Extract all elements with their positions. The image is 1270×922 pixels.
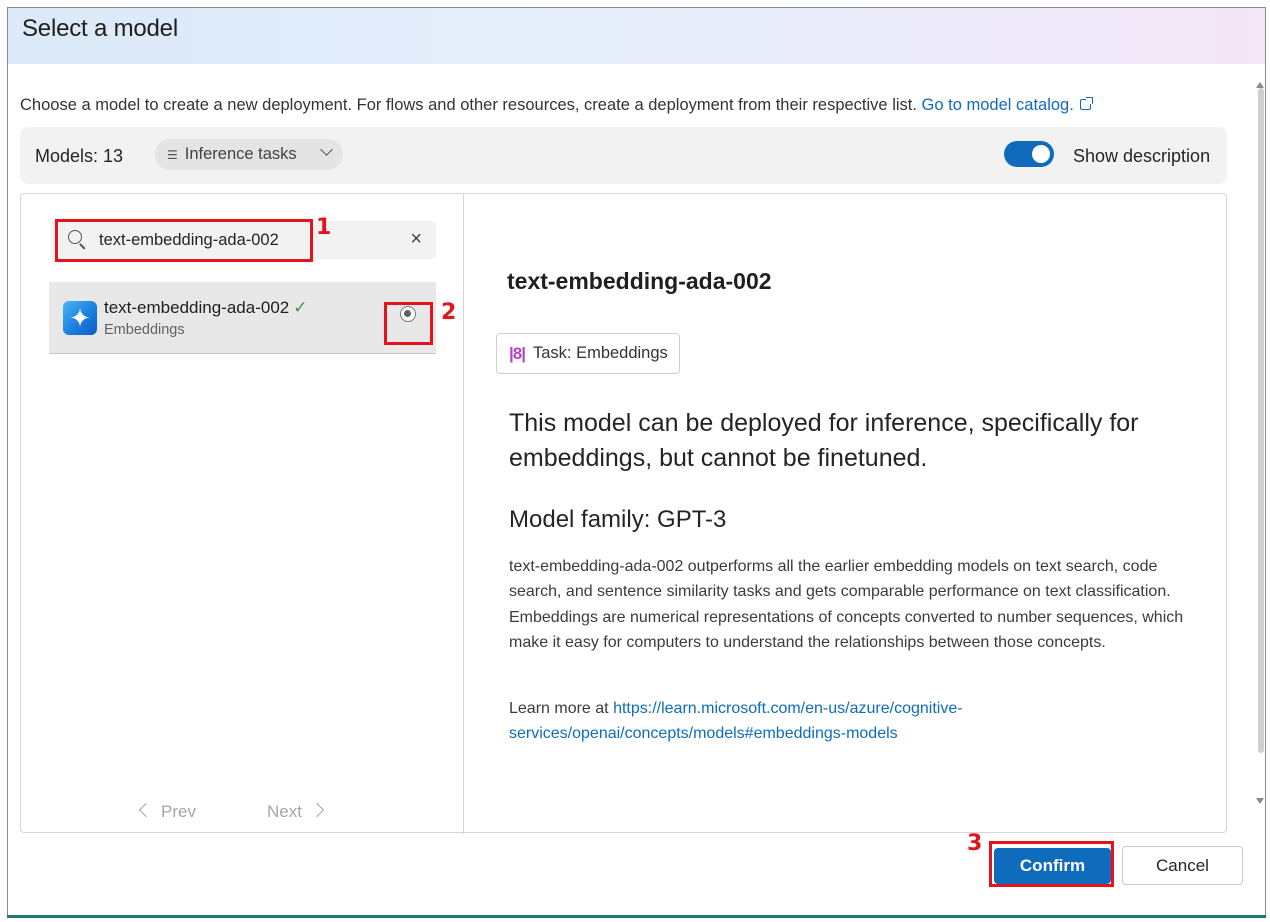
show-description-toggle[interactable]	[1004, 141, 1054, 167]
bottom-accent-bar	[7, 915, 1266, 918]
detail-title: text-embedding-ada-002	[507, 268, 772, 294]
intro-text: Choose a model to create a new deploymen…	[20, 96, 1093, 115]
model-catalog-link-label: Go to model catalog.	[921, 96, 1074, 114]
models-count: Models: 13	[35, 146, 124, 166]
external-link-icon	[1079, 97, 1093, 110]
model-list-item[interactable]: ✦ text-embedding-ada-002 ✓ Embeddings	[49, 282, 436, 354]
step-3-label: 3	[967, 831, 983, 856]
model-item-subtitle: Embeddings	[104, 322, 185, 338]
verified-check-icon: ✓	[293, 298, 308, 317]
step-1-label: 1	[316, 215, 332, 240]
highlight-search-box	[55, 219, 313, 262]
inference-tasks-filter[interactable]: ☰ Inference tasks	[155, 139, 343, 170]
model-family: Model family: GPT-3	[509, 506, 727, 533]
detail-body: text-embedding-ada-002 outperforms all t…	[509, 558, 1184, 651]
scroll-down-arrow[interactable]	[1256, 798, 1264, 804]
list-filter-icon: ☰	[167, 147, 178, 162]
step-2-label: 2	[441, 300, 457, 325]
prev-page-button[interactable]: Prev	[138, 802, 196, 822]
model-item-name-text: text-embedding-ada-002	[104, 298, 290, 317]
next-label: Next	[267, 802, 302, 821]
dialog-title: Select a model	[22, 15, 178, 42]
chevron-left-icon	[138, 802, 154, 818]
prev-label: Prev	[161, 802, 196, 821]
model-catalog-link[interactable]: Go to model catalog.	[921, 96, 1093, 114]
task-chip: |8| Task: Embeddings	[496, 333, 680, 374]
detail-summary: This model can be deployed for inference…	[509, 409, 1139, 472]
sparkle-model-icon: ✦	[63, 301, 97, 335]
dialog-header: Select a model	[8, 8, 1265, 64]
intro-description: Choose a model to create a new deploymen…	[20, 96, 917, 114]
model-picker-panel: text-embedding-ada-002 × ✦ text-embeddin…	[20, 193, 1227, 834]
task-embeddings-icon: |8|	[509, 343, 526, 363]
learn-more: Learn more at https://learn.microsoft.co…	[509, 696, 1199, 747]
learn-more-prefix: Learn more at	[509, 700, 614, 717]
model-item-name: text-embedding-ada-002 ✓	[104, 298, 307, 318]
panel-divider	[463, 194, 464, 834]
cancel-button[interactable]: Cancel	[1122, 846, 1243, 885]
show-description-label: Show description	[1073, 146, 1211, 166]
filter-label: Inference tasks	[184, 145, 297, 163]
highlight-confirm	[989, 841, 1114, 887]
chevron-down-icon	[320, 143, 333, 156]
chevron-right-icon	[309, 802, 325, 818]
select-model-dialog: Select a model Choose a model to create …	[7, 7, 1266, 916]
next-page-button[interactable]: Next	[267, 802, 325, 822]
highlight-radio	[384, 302, 433, 345]
dialog-scrollbar[interactable]	[1258, 88, 1264, 753]
clear-search-icon[interactable]: ×	[410, 228, 422, 251]
task-chip-label: Task: Embeddings	[532, 344, 668, 362]
models-toolbar: Models: 13 ☰ Inference tasks Show descri…	[20, 127, 1227, 184]
